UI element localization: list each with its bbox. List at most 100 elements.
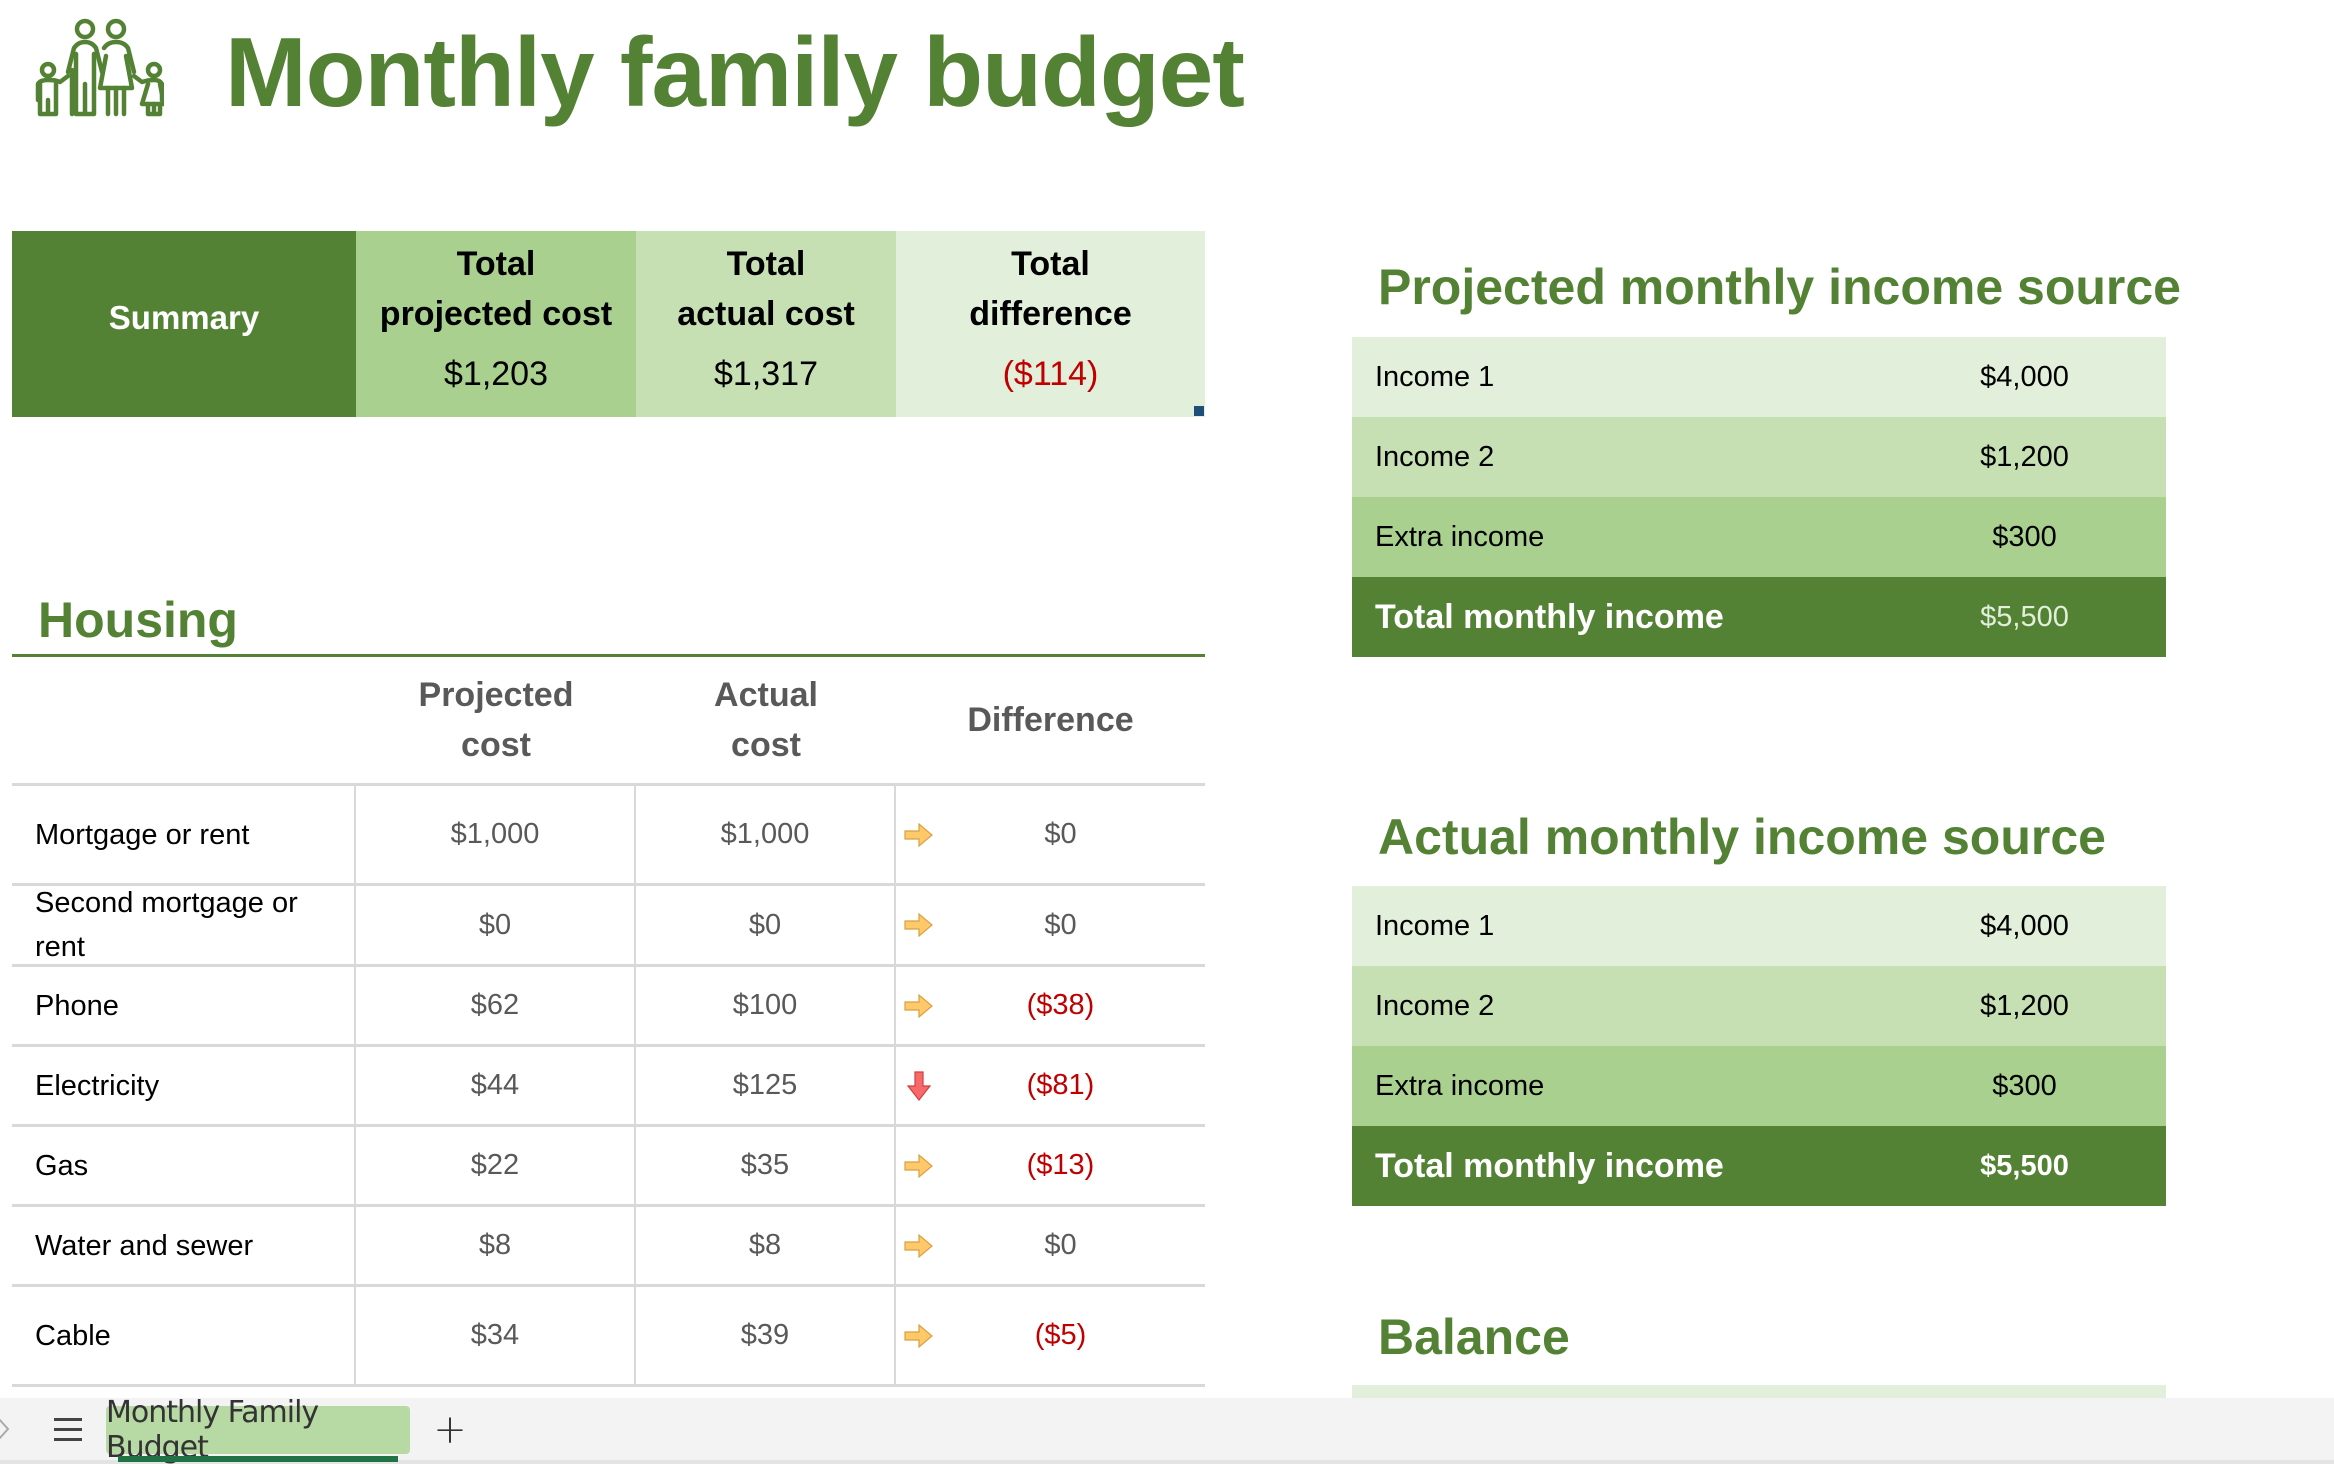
cell-difference[interactable]: $0	[896, 786, 1205, 883]
header-actual-cost[interactable]: Actual cost	[636, 657, 896, 783]
table-header-row: Projected cost Actual cost Difference	[12, 657, 1205, 786]
summary-total-actual[interactable]: Total actual cost $1,317	[636, 231, 896, 417]
cell-actual[interactable]: $35	[636, 1127, 896, 1204]
income-row[interactable]: Extra income $300	[1352, 1046, 2166, 1126]
income-value: $1,200	[1980, 440, 2069, 473]
table-row: Second mortgage or rent $0 $0 $0	[12, 886, 1205, 967]
section-title-projected-income: Projected monthly income source	[1378, 259, 2181, 315]
income-row[interactable]: Income 2 $1,200	[1352, 417, 2166, 497]
income-row[interactable]: Extra income $300	[1352, 497, 2166, 577]
table-row: Mortgage or rent $1,000 $1,000 $0	[12, 786, 1205, 886]
cell-difference[interactable]: ($81)	[896, 1047, 1205, 1124]
income-total-value: $5,500	[1980, 600, 2069, 633]
right-arrow-icon	[902, 818, 936, 852]
difference-value: ($13)	[1026, 1149, 1095, 1181]
cell-difference[interactable]: ($13)	[896, 1127, 1205, 1204]
section-title-actual-income: Actual monthly income source	[1378, 809, 2106, 865]
family-icon	[35, 18, 164, 117]
summary-header: Total difference	[969, 245, 1132, 333]
income-label: Income 2	[1375, 989, 1495, 1022]
cell-projected[interactable]: $34	[356, 1287, 636, 1384]
cell-item[interactable]: Water and sewer	[12, 1207, 356, 1284]
difference-value: $0	[1044, 1229, 1077, 1261]
difference-value: ($5)	[1034, 1319, 1087, 1351]
cell-actual[interactable]: $1,000	[636, 786, 896, 883]
income-value: $4,000	[1980, 360, 2069, 393]
cell-difference[interactable]: ($38)	[896, 967, 1205, 1044]
down-arrow-icon	[902, 1069, 936, 1103]
summary-header: Total actual cost	[677, 245, 855, 333]
add-sheet-button[interactable]: +	[430, 1410, 470, 1450]
difference-value: $0	[1044, 908, 1077, 941]
income-value: $4,000	[1980, 909, 2069, 942]
cell-item[interactable]: Gas	[12, 1127, 356, 1204]
section-title-housing: Housing	[38, 592, 238, 648]
actual-income-table: Income 1 $4,000 Income 2 $1,200 Extra in…	[1352, 886, 2166, 1206]
difference-value: ($38)	[1026, 989, 1095, 1021]
sheet-tab-monthly-family-budget[interactable]: Monthly Family Budget	[106, 1395, 410, 1464]
income-total-label: Total monthly income	[1375, 597, 1724, 636]
summary-header: Total projected cost	[379, 245, 613, 333]
right-arrow-icon	[902, 1149, 936, 1183]
income-label: Extra income	[1375, 520, 1545, 553]
cell-actual[interactable]: $100	[636, 967, 896, 1044]
chevron-right-icon[interactable]	[0, 1414, 12, 1444]
table-row: Water and sewer $8 $8 $0	[12, 1207, 1205, 1287]
summary-block: Summary Total projected cost $1,203 Tota…	[12, 231, 1205, 417]
section-title-balance: Balance	[1378, 1309, 1570, 1365]
cell-item[interactable]: Cable	[12, 1287, 356, 1384]
income-label: Extra income	[1375, 1069, 1545, 1102]
income-label: Income 1	[1375, 360, 1495, 393]
cell-difference[interactable]: ($5)	[896, 1287, 1205, 1384]
cell-projected[interactable]: $22	[356, 1127, 636, 1204]
difference-value: $0	[1044, 818, 1077, 850]
cell-projected[interactable]: $0	[356, 886, 636, 964]
cell-actual[interactable]: $125	[636, 1047, 896, 1124]
projected-income-table: Income 1 $4,000 Income 2 $1,200 Extra in…	[1352, 337, 2166, 657]
header-difference[interactable]: Difference	[896, 657, 1205, 783]
cell-item[interactable]: Mortgage or rent	[12, 786, 356, 883]
income-total-row[interactable]: Total monthly income $5,500	[1352, 1126, 2166, 1206]
active-tab-indicator	[118, 1456, 398, 1462]
cell-actual[interactable]: $39	[636, 1287, 896, 1384]
income-total-label: Total monthly income	[1375, 1146, 1724, 1185]
header-projected-cost[interactable]: Projected cost	[356, 657, 636, 783]
summary-value: $1,203	[444, 355, 548, 393]
income-total-row[interactable]: Total monthly income $5,500	[1352, 577, 2166, 657]
balance-row-partial[interactable]	[1352, 1385, 2166, 1399]
right-arrow-icon	[902, 1319, 936, 1353]
table-row: Cable $34 $39 ($5)	[12, 1287, 1205, 1387]
income-value: $300	[1992, 1069, 2057, 1102]
cell-item[interactable]: Electricity	[12, 1047, 356, 1124]
table-row: Phone $62 $100 ($38)	[12, 967, 1205, 1047]
cell-difference[interactable]: $0	[896, 886, 1205, 964]
summary-total-difference[interactable]: Total difference ($114)	[896, 231, 1205, 417]
cell-projected[interactable]: $8	[356, 1207, 636, 1284]
cell-actual[interactable]: $8	[636, 1207, 896, 1284]
cell-actual[interactable]: $0	[636, 886, 896, 964]
cell-projected[interactable]: $1,000	[356, 786, 636, 883]
cell-item[interactable]: Phone	[12, 967, 356, 1044]
page-title: Monthly family budget	[225, 17, 1245, 127]
income-row[interactable]: Income 1 $4,000	[1352, 886, 2166, 966]
sheet-tab-bar: Monthly Family Budget +	[0, 1395, 2334, 1464]
all-sheets-menu-icon[interactable]	[54, 1418, 82, 1442]
income-row[interactable]: Income 1 $4,000	[1352, 337, 2166, 417]
cell-item[interactable]: Second mortgage or rent	[12, 886, 356, 964]
cell-projected[interactable]: $62	[356, 967, 636, 1044]
summary-total-projected[interactable]: Total projected cost $1,203	[356, 231, 636, 417]
selection-fill-handle[interactable]	[1194, 406, 1204, 416]
housing-table: Projected cost Actual cost Difference Mo…	[12, 657, 1205, 1387]
right-arrow-icon	[902, 989, 936, 1023]
income-value: $1,200	[1980, 989, 2069, 1022]
cell-difference[interactable]: $0	[896, 1207, 1205, 1284]
cell-projected[interactable]: $44	[356, 1047, 636, 1124]
income-row[interactable]: Income 2 $1,200	[1352, 966, 2166, 1046]
summary-label[interactable]: Summary	[12, 231, 356, 417]
summary-value: ($114)	[1002, 355, 1099, 393]
income-label: Income 1	[1375, 909, 1495, 942]
income-value: $300	[1992, 520, 2057, 553]
header-item	[12, 657, 356, 783]
income-total-value: $5,500	[1980, 1149, 2069, 1182]
table-row: Electricity $44 $125 ($81)	[12, 1047, 1205, 1127]
